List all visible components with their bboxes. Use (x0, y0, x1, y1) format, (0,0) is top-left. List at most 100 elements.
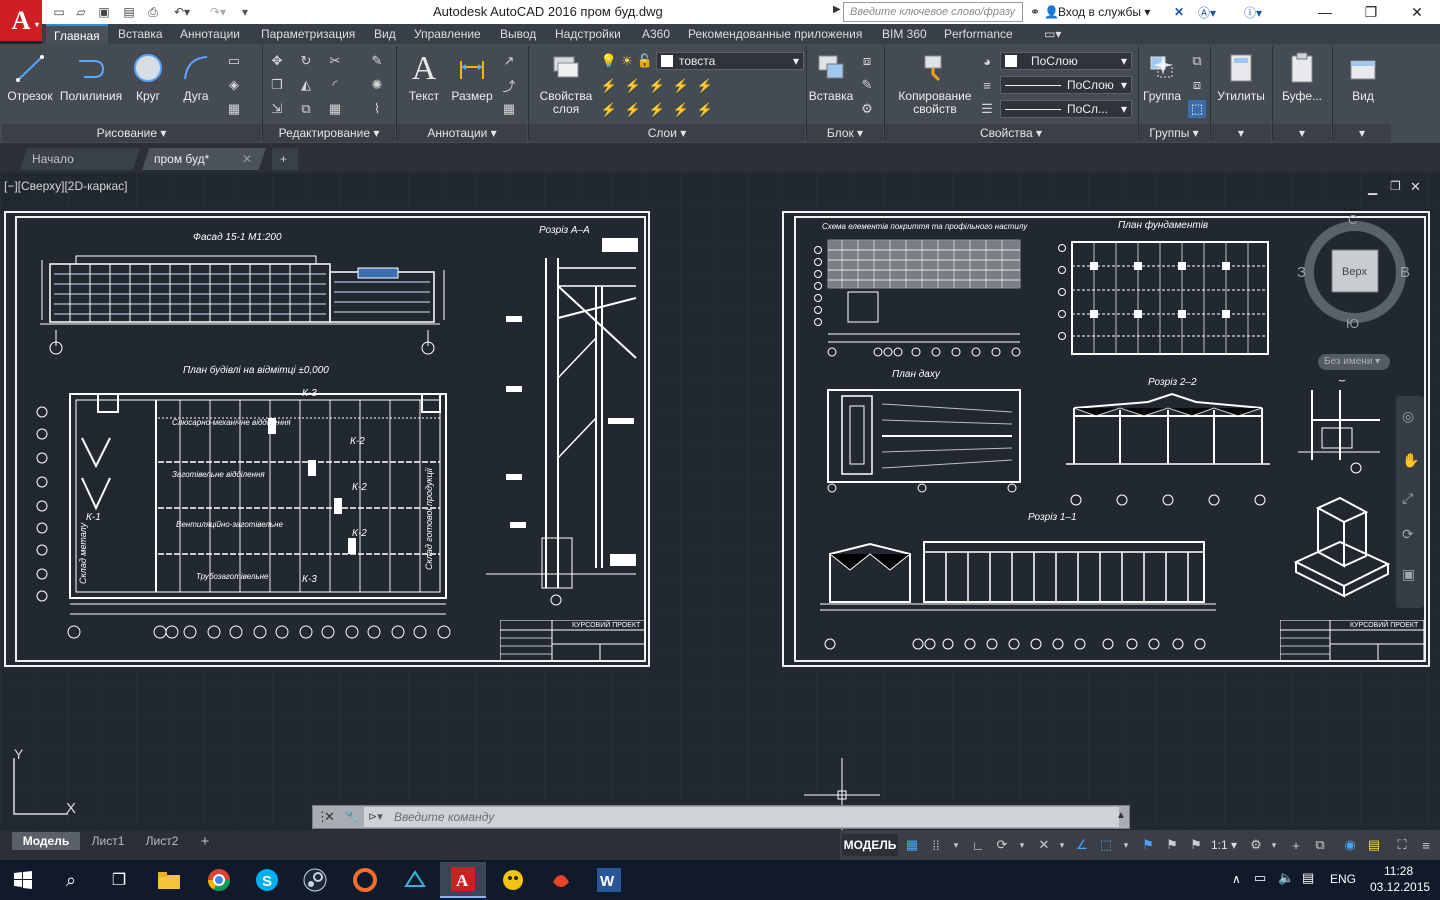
search-icon[interactable]: ⌕ (48, 862, 94, 898)
chevron-down-icon[interactable]: ▾ (1116, 836, 1136, 854)
ungroup-icon[interactable]: ⧉ (1188, 52, 1206, 70)
tab-insert[interactable]: Вставка (110, 24, 171, 44)
lightbulb-icon[interactable]: 💡 (600, 52, 618, 70)
save-icon[interactable]: ▣ (95, 3, 113, 21)
block-attribute-icon[interactable]: ⚙ (858, 100, 876, 118)
edit-block-icon[interactable]: ✎ (858, 76, 876, 94)
compass-east[interactable]: В (1400, 264, 1410, 281)
compass-north[interactable]: С (1348, 212, 1357, 227)
layer-tool-icon[interactable]: ⚡ (600, 77, 618, 95)
compass-west[interactable]: З (1297, 264, 1306, 281)
tab-bim360[interactable]: BIM 360 (874, 24, 935, 44)
search-input[interactable]: Введите ключевое слово/фразу (843, 2, 1023, 22)
table-icon[interactable]: ▦ (500, 100, 518, 118)
close-button[interactable]: ✕ (1394, 0, 1440, 24)
clipboard-expand[interactable]: ▾ (1273, 124, 1331, 142)
showmotion-icon[interactable]: ▣ (1402, 566, 1415, 583)
network-icon[interactable]: ▭ (1254, 870, 1266, 886)
chevron-down-icon[interactable]: ▾ (946, 836, 966, 854)
autocad-taskbar-icon[interactable]: A (440, 862, 486, 898)
group-button[interactable]: Группа (1140, 50, 1184, 103)
viewport-controls-label[interactable]: [−][Сверху][2D-каркас] (4, 179, 128, 193)
ortho-icon[interactable]: ∟ (968, 836, 988, 854)
utilities-button[interactable]: Утилиты (1214, 50, 1268, 103)
move-icon[interactable]: ✥ (268, 52, 286, 70)
rectangle-icon[interactable]: ▭ (225, 52, 243, 70)
color-dropdown[interactable]: ПоСлою ▾ (1000, 52, 1132, 70)
viewport-restore-icon[interactable]: ❐ (1390, 179, 1401, 193)
notifications-icon[interactable]: ▤ (1302, 870, 1314, 886)
hatch-icon[interactable]: ◈ (225, 76, 243, 94)
word-icon[interactable]: W (586, 862, 632, 898)
leader-icon[interactable]: ↗ (500, 52, 518, 70)
array-icon[interactable]: ▦ (326, 100, 344, 118)
customize-qat-icon[interactable]: ▾ (236, 3, 254, 21)
command-input[interactable]: Введите команду (364, 807, 1119, 827)
tab-a360[interactable]: A360 (634, 24, 678, 44)
annotation-visibility-icon[interactable]: ⚑ (1138, 836, 1158, 854)
group-select-icon[interactable]: ⬚ (1188, 100, 1206, 118)
tab-addins[interactable]: Надстройки (547, 24, 629, 44)
layer-properties-button[interactable]: Свойства слоя (536, 50, 596, 116)
redo-icon[interactable]: ↷▾ (204, 3, 232, 21)
block-panel-label[interactable]: Блок ▾ (807, 124, 883, 142)
chevron-down-icon[interactable]: ▾ (1264, 836, 1284, 854)
tab-view[interactable]: Вид (366, 24, 404, 44)
modify-panel-label[interactable]: Редактирование ▾ (263, 124, 395, 142)
object-snap-icon[interactable]: ⬚ (1096, 836, 1116, 854)
command-history-icon[interactable]: ▲ (1116, 810, 1126, 821)
print-icon[interactable]: ⎙ (144, 3, 162, 21)
annotation-scale-icon[interactable]: ⚑ (1186, 836, 1206, 854)
app-icon[interactable] (490, 862, 536, 898)
annotation-scale-dropdown[interactable]: 1:1 ▾ (1208, 836, 1240, 854)
sign-in-button[interactable]: Вход в службы ▾ (1058, 5, 1150, 19)
a360-icon[interactable]: Ⓐ▾ (1198, 3, 1216, 21)
app-icon[interactable] (392, 862, 438, 898)
multileader-icon[interactable]: ⤴ (500, 76, 518, 94)
trim-icon[interactable]: ✂ (326, 52, 344, 70)
new-tab-button[interactable]: + (272, 148, 298, 170)
polyline-button[interactable]: Полилиния (57, 50, 125, 103)
polar-icon[interactable]: ⟳ (992, 836, 1012, 854)
sun-icon[interactable]: ☀ (618, 52, 636, 70)
close-icon[interactable]: ✕ (242, 152, 252, 166)
groups-panel-label[interactable]: Группы ▾ (1139, 124, 1209, 142)
new-icon[interactable]: ▭ (50, 3, 68, 21)
scale-icon[interactable]: ⧉ (297, 100, 315, 118)
tab-current-drawing[interactable]: пром буд* ✕ (142, 148, 266, 170)
insert-block-button[interactable]: Вставка (808, 50, 854, 103)
tab-layout2[interactable]: Лист2 (136, 832, 188, 850)
object-snap-tracking-icon[interactable]: ∠ (1072, 836, 1092, 854)
mirror-icon[interactable]: ◭ (297, 76, 315, 94)
tab-layout1[interactable]: Лист1 (82, 832, 134, 850)
clock-date[interactable]: 03.12.2015 (1370, 880, 1430, 894)
help-icon[interactable]: ⓘ▾ (1244, 3, 1262, 21)
ribbon-toggle-icon[interactable]: ▭▾ (1036, 24, 1069, 44)
skype-icon[interactable]: S (244, 862, 290, 898)
application-menu-button[interactable]: A ▾ (0, 0, 42, 41)
viewcube-top-face[interactable]: Верх (1342, 266, 1367, 278)
language-indicator[interactable]: ENG (1330, 872, 1356, 886)
lineweight-dropdown[interactable]: ПоСл... ▾ (1000, 100, 1132, 118)
undo-icon[interactable]: ↶▾ (168, 3, 196, 21)
text-button[interactable]: A Текст (403, 50, 445, 103)
task-view-icon[interactable]: ❐ (96, 862, 142, 898)
view-button[interactable]: Вид (1336, 50, 1390, 103)
explode-icon[interactable]: ✺ (368, 76, 386, 94)
layer-tool-icon[interactable]: ⚡ (648, 101, 666, 119)
app-icon[interactable] (538, 862, 584, 898)
grid-icon[interactable]: ▦ (902, 836, 922, 854)
rotate-icon[interactable]: ↻ (297, 52, 315, 70)
layer-dropdown[interactable]: товста ▾ (656, 52, 804, 70)
group-edit-icon[interactable]: ⧈ (1188, 76, 1206, 94)
restore-button[interactable]: ❐ (1348, 0, 1394, 24)
line-button[interactable]: Отрезок (6, 50, 54, 103)
wrench-icon[interactable]: 🔧 (344, 809, 360, 825)
fullscreen-icon[interactable]: ⛶ (1392, 836, 1412, 854)
tab-parametric[interactable]: Параметризация (253, 24, 363, 44)
exchange-icon[interactable]: ✕ (1174, 3, 1184, 21)
origin-icon[interactable] (342, 862, 388, 898)
steering-wheel-icon[interactable]: ◎ (1402, 408, 1414, 425)
show-hidden-icons[interactable]: ∧ (1232, 872, 1241, 886)
fillet-icon[interactable]: ◜ (326, 76, 344, 94)
